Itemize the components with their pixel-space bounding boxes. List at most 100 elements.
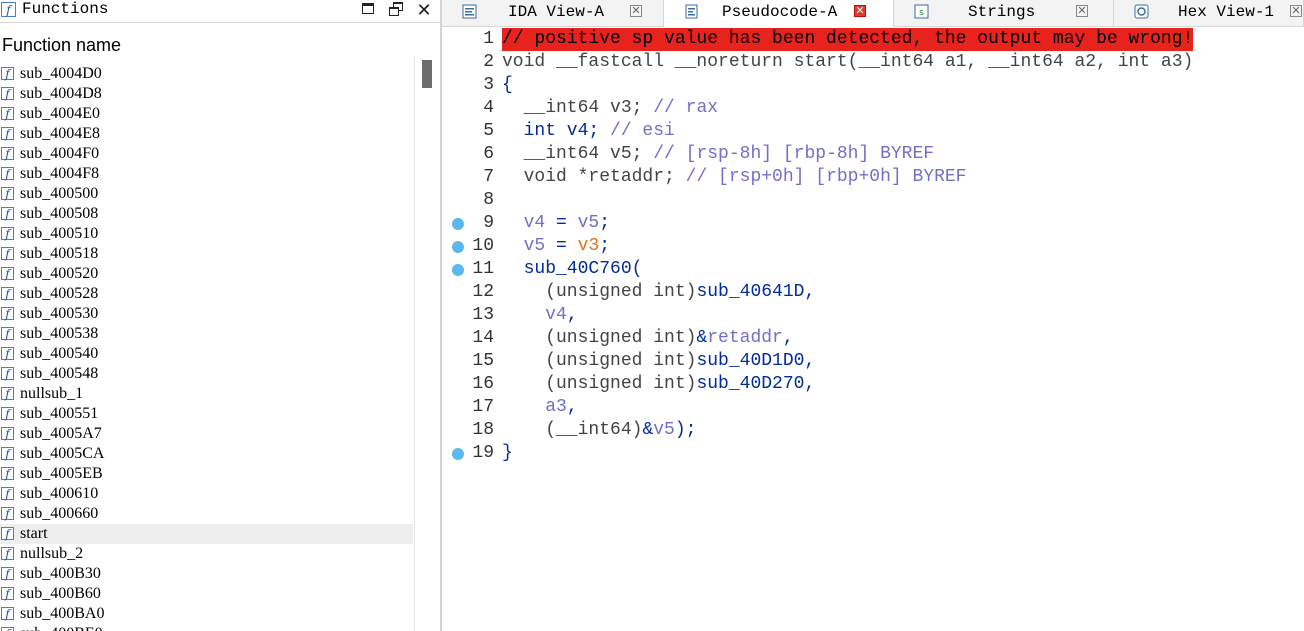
- tab-close-icon[interactable]: ✕: [1076, 5, 1088, 17]
- function-list-item[interactable]: f sub_400BA0: [0, 604, 413, 624]
- function-list-item[interactable]: f sub_400B60: [0, 584, 413, 604]
- line-number: 15: [472, 351, 494, 371]
- tab-pseudocode-a[interactable]: Pseudocode-A ✕: [664, 0, 894, 27]
- function-list-item[interactable]: f sub_4004D8: [0, 84, 413, 104]
- function-list-item[interactable]: f sub_4004F0: [0, 144, 413, 164]
- function-name: sub_400530: [20, 305, 99, 322]
- tab-close-icon[interactable]: ✕: [854, 5, 866, 17]
- function-name: sub_400548: [20, 365, 99, 382]
- function-list-item[interactable]: f sub_4005A7: [0, 424, 413, 444]
- code-token: v5: [577, 213, 600, 233]
- tab-label: IDA View-A: [508, 3, 605, 21]
- function-list-item[interactable]: f sub_400B30: [0, 564, 413, 584]
- function-list-item[interactable]: f sub_4004F8: [0, 164, 413, 184]
- code-token: }: [502, 443, 513, 463]
- function-list-item[interactable]: f sub_400518: [0, 244, 413, 264]
- function-icon: f: [1, 187, 14, 201]
- function-list-item[interactable]: f sub_400610: [0, 484, 413, 504]
- pseudocode-view[interactable]: 1 // positive sp value has been detected,…: [442, 27, 1304, 631]
- function-list-item[interactable]: f sub_400528: [0, 284, 413, 304]
- maximize-icon[interactable]: [360, 1, 378, 19]
- code-token: =: [545, 213, 578, 233]
- code-token: sub_40C760(: [502, 259, 643, 279]
- function-list-item[interactable]: f sub_400530: [0, 304, 413, 324]
- function-name: sub_4005A7: [20, 425, 102, 442]
- function-icon: f: [1, 487, 14, 501]
- function-list-item[interactable]: f sub_4005CA: [0, 444, 413, 464]
- code-token: v4: [523, 213, 546, 233]
- breakpoint-dot-icon[interactable]: [452, 264, 464, 276]
- function-list-item[interactable]: f sub_400520: [0, 264, 413, 284]
- line-number: 4: [483, 98, 494, 118]
- function-icon: f: [1, 147, 14, 161]
- code-token: // positive sp value has been detected, …: [502, 29, 1194, 49]
- tab-close-icon[interactable]: ✕: [1290, 5, 1302, 17]
- tab-hex-view-1[interactable]: Hex View-1 ✕: [1114, 0, 1304, 26]
- line-number: 14: [472, 328, 494, 348]
- function-name: sub_400551: [20, 405, 99, 422]
- breakpoint-dot-icon[interactable]: [452, 448, 464, 460]
- code-token: sub_40D270,: [696, 374, 816, 394]
- function-icon: f: [1, 407, 14, 421]
- function-icon: f: [1, 327, 14, 341]
- function-list-item[interactable]: f sub_4004E0: [0, 104, 413, 124]
- code-token: (unsigned int): [502, 282, 697, 302]
- code-text: __int64 v5; // [rsp-8h] [rbp-8h] BYREF: [502, 143, 935, 166]
- code-token: ,: [566, 397, 578, 417]
- scrollbar-thumb[interactable]: [422, 60, 432, 88]
- code-token: __int64 v5;: [502, 144, 654, 164]
- function-list-item[interactable]: f sub_400540: [0, 344, 413, 364]
- function-list-item[interactable]: f nullsub_1: [0, 384, 413, 404]
- function-icon: f: [1, 227, 14, 241]
- code-token: void __fastcall __noreturn start(__int64…: [502, 52, 1194, 72]
- function-icon: f: [1, 127, 14, 141]
- close-panel-button[interactable]: ✕: [415, 1, 433, 19]
- function-icon: f: [1, 507, 14, 521]
- function-name: sub_4004D0: [20, 65, 102, 82]
- breakpoint-dot-icon[interactable]: [452, 218, 464, 230]
- function-list-item[interactable]: f sub_400551: [0, 404, 413, 424]
- function-name: sub_400538: [20, 325, 99, 342]
- function-name: sub_400520: [20, 265, 99, 282]
- function-list-item[interactable]: f start: [0, 524, 413, 544]
- function-name: sub_4004E0: [20, 105, 100, 122]
- code-token: __int64 v3;: [502, 98, 654, 118]
- pseudocode-icon: [685, 4, 698, 19]
- function-name: sub_400500: [20, 185, 99, 202]
- function-icon: f: [1, 87, 14, 101]
- function-list-item[interactable]: f sub_4004D0: [0, 64, 413, 84]
- function-list-item[interactable]: f sub_400538: [0, 324, 413, 344]
- code-token: a3: [545, 397, 567, 417]
- function-name-column-header[interactable]: Function name: [0, 34, 414, 56]
- code-text: (__int64)&v5);: [502, 419, 696, 442]
- function-name: sub_4005CA: [20, 445, 105, 462]
- function-icon: f: [1, 547, 14, 561]
- function-list-item[interactable]: f sub_400500: [0, 184, 413, 204]
- function-list-scrollbar[interactable]: [414, 56, 440, 631]
- function-list-item[interactable]: f sub_4004E8: [0, 124, 413, 144]
- function-list-item[interactable]: f sub_400510: [0, 224, 413, 244]
- function-name: nullsub_2: [20, 545, 84, 562]
- code-text: __int64 v3; // rax: [502, 97, 718, 120]
- line-number: 12: [472, 282, 494, 302]
- function-list-item[interactable]: f nullsub_2: [0, 544, 413, 564]
- code-token: ,: [566, 305, 578, 325]
- tab-ida-view-a[interactable]: IDA View-A ✕: [442, 0, 664, 26]
- tab-close-icon[interactable]: ✕: [630, 5, 642, 17]
- function-name: sub_400B30: [20, 565, 101, 582]
- function-icon: f: [1, 367, 14, 381]
- code-token: v3: [577, 236, 600, 256]
- function-name: sub_400518: [20, 245, 99, 262]
- function-icon: f: [1, 587, 14, 601]
- function-icon: f: [1, 2, 16, 17]
- tab-strings[interactable]: s Strings ✕: [894, 0, 1114, 26]
- restore-icon[interactable]: [388, 1, 406, 19]
- code-text: {: [502, 74, 513, 97]
- function-list-item[interactable]: f sub_400660: [0, 504, 413, 524]
- function-list-item[interactable]: f sub_400BE0: [0, 624, 413, 631]
- function-list-item[interactable]: f sub_4005EB: [0, 464, 413, 484]
- function-list-item[interactable]: f sub_400508: [0, 204, 413, 224]
- code-token: {: [502, 75, 513, 95]
- function-list-item[interactable]: f sub_400548: [0, 364, 413, 384]
- breakpoint-dot-icon[interactable]: [452, 241, 464, 253]
